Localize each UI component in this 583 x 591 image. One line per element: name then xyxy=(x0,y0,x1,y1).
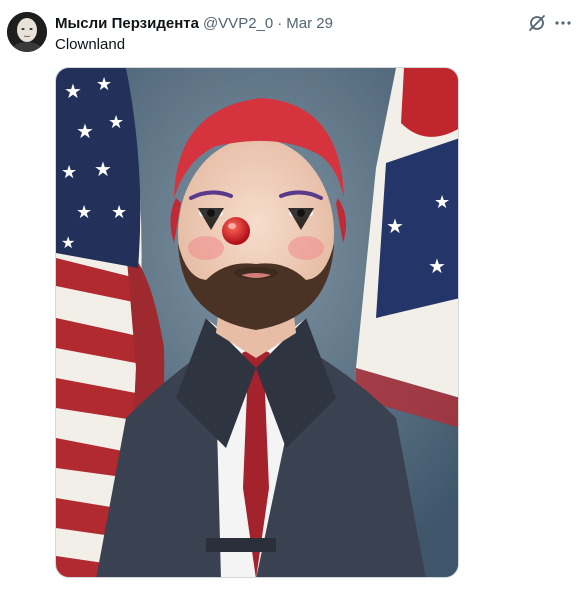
tweet-media-image[interactable]: ★ ★ ★ ★ ★ ★ ★ ★ ★ ★ ★ ★ xyxy=(55,67,459,578)
tweet-date[interactable]: Mar 29 xyxy=(286,15,333,32)
avatar-image xyxy=(7,12,47,52)
svg-text:★: ★ xyxy=(386,216,404,238)
author-handle[interactable]: @VVP2_0 xyxy=(203,15,273,32)
svg-text:★: ★ xyxy=(96,74,112,94)
tweet-header: Мысли Перзидента @VVP2_0 · Mar 29 xyxy=(55,13,333,33)
avatar[interactable] xyxy=(7,12,47,52)
header-separator: · xyxy=(277,14,283,32)
grok-slash-icon-graphic xyxy=(529,15,545,31)
svg-text:★: ★ xyxy=(428,256,446,278)
more-options-icon-graphic xyxy=(555,21,571,25)
clown-nose xyxy=(222,217,250,245)
svg-text:★: ★ xyxy=(76,202,92,222)
tweet-text: Clownland xyxy=(55,36,126,53)
author-name[interactable]: Мысли Перзидента xyxy=(55,15,199,32)
svg-text:★: ★ xyxy=(108,112,124,132)
grok-slash-icon[interactable] xyxy=(526,12,548,34)
svg-text:★: ★ xyxy=(111,202,127,222)
svg-text:★: ★ xyxy=(76,121,94,143)
portrait-image: ★ ★ ★ ★ ★ ★ ★ ★ ★ ★ ★ ★ xyxy=(56,68,458,577)
more-options-icon[interactable] xyxy=(552,12,574,34)
tweet: Мысли Перзидента @VVP2_0 · Mar 29 Clownl… xyxy=(0,0,583,591)
svg-text:★: ★ xyxy=(434,192,450,212)
svg-text:★: ★ xyxy=(61,235,75,252)
svg-text:★: ★ xyxy=(64,81,82,103)
svg-text:★: ★ xyxy=(94,159,112,181)
svg-text:★: ★ xyxy=(61,162,77,182)
